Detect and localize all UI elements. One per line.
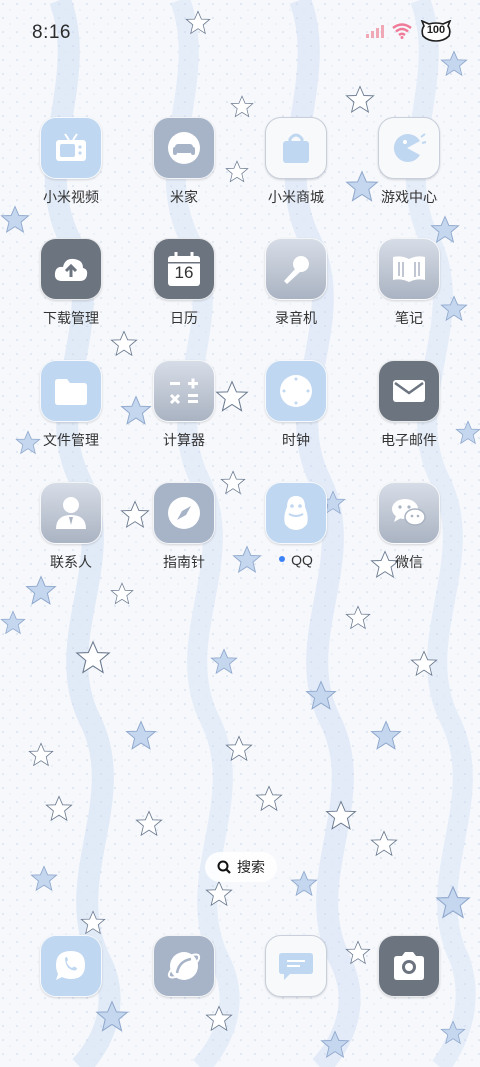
app-notes[interactable]: 笔记 xyxy=(353,238,465,328)
app-compass[interactable]: 指南针 xyxy=(128,482,240,572)
app-mi-video[interactable]: 小米视频 xyxy=(15,117,127,207)
tv-icon xyxy=(40,117,102,179)
shopping-bag-icon xyxy=(265,117,327,179)
wifi-icon xyxy=(392,23,412,39)
browser-icon xyxy=(153,935,215,997)
app-label: 录音机 xyxy=(275,310,317,326)
phone-icon xyxy=(40,935,102,997)
app-label: QQ xyxy=(291,552,313,568)
app-download-manager[interactable]: 下载管理 xyxy=(15,238,127,328)
app-mi-store[interactable]: 小米商城 xyxy=(240,117,352,207)
folder-icon xyxy=(40,360,102,422)
status-bar: 8:16 100 xyxy=(0,0,480,64)
app-calculator[interactable]: 计算器 xyxy=(128,360,240,450)
search-icon xyxy=(217,860,231,874)
app-label: 笔记 xyxy=(395,310,423,326)
camera-icon xyxy=(378,935,440,997)
battery-icon: 100 xyxy=(420,19,452,42)
search-button[interactable]: 搜索 xyxy=(205,852,277,882)
app-game-center[interactable]: 游戏中心 xyxy=(353,117,465,207)
app-clock[interactable]: 时钟 xyxy=(240,360,352,450)
contact-icon xyxy=(40,482,102,544)
calendar-date: 16 xyxy=(174,263,194,282)
new-install-dot xyxy=(279,556,286,563)
signal-icon xyxy=(366,25,384,38)
app-mijia[interactable]: 米家 xyxy=(128,117,240,207)
clock-icon xyxy=(265,360,327,422)
dock-messages[interactable] xyxy=(240,935,352,997)
compass-icon xyxy=(153,482,215,544)
app-calendar[interactable]: 16 日历 xyxy=(128,238,240,328)
app-label: 指南针 xyxy=(163,554,205,570)
dock-camera[interactable] xyxy=(353,935,465,997)
penguin-icon xyxy=(265,482,327,544)
app-label: 文件管理 xyxy=(43,432,99,448)
app-wechat[interactable]: 微信 xyxy=(353,482,465,572)
app-label: 小米商城 xyxy=(268,189,324,205)
app-recorder[interactable]: 录音机 xyxy=(240,238,352,328)
app-label: 电子邮件 xyxy=(381,432,437,448)
app-label: 微信 xyxy=(395,554,423,570)
app-contacts[interactable]: 联系人 xyxy=(15,482,127,572)
sofa-icon xyxy=(153,117,215,179)
calendar-icon: 16 xyxy=(153,238,215,300)
app-label: 游戏中心 xyxy=(381,189,437,205)
app-email[interactable]: 电子邮件 xyxy=(353,360,465,450)
microphone-icon xyxy=(265,238,327,300)
wechat-icon xyxy=(378,482,440,544)
app-label: 米家 xyxy=(170,189,198,205)
calculator-icon xyxy=(153,360,215,422)
dock-browser[interactable] xyxy=(128,935,240,997)
app-file-manager[interactable]: 文件管理 xyxy=(15,360,127,450)
status-time: 8:16 xyxy=(32,22,71,43)
app-label: 时钟 xyxy=(282,432,310,448)
book-icon xyxy=(378,238,440,300)
app-label: 小米视频 xyxy=(43,189,99,205)
app-label: 联系人 xyxy=(50,554,92,570)
app-qq[interactable]: QQ xyxy=(240,482,352,568)
app-label: 日历 xyxy=(170,310,198,326)
pacman-icon xyxy=(378,117,440,179)
message-icon xyxy=(265,935,327,997)
battery-level: 100 xyxy=(426,24,446,36)
app-label: 下载管理 xyxy=(43,310,99,326)
mail-icon xyxy=(378,360,440,422)
dock-phone[interactable] xyxy=(15,935,127,997)
app-label: 计算器 xyxy=(163,432,205,448)
search-label: 搜索 xyxy=(237,859,265,875)
cloud-upload-icon xyxy=(40,238,102,300)
